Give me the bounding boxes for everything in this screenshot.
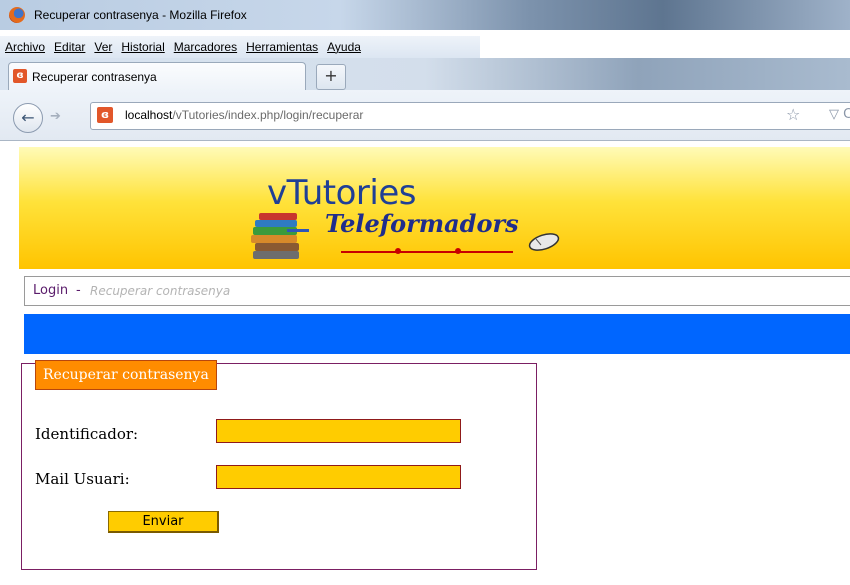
menu-historial[interactable]: Historial <box>116 37 168 54</box>
form-legend: Recuperar contrasenya <box>35 360 217 390</box>
site-subtitle: Teleformadors <box>325 209 519 238</box>
menu-editar[interactable]: Editar <box>49 37 89 54</box>
address-bar[interactable]: ɞ localhost/vTutories/index.php/login/re… <box>90 102 850 130</box>
menu-ver[interactable]: Ver <box>89 37 116 54</box>
breadcrumb-login-link[interactable]: Login <box>33 283 68 298</box>
navigation-bar: ← ➔ ɞ localhost/vTutories/index.php/logi… <box>0 90 850 141</box>
url-host: localhost <box>125 108 173 122</box>
menu-ayuda[interactable]: Ayuda <box>322 37 365 54</box>
breadcrumb-separator: - <box>76 283 81 298</box>
menu-herramientas[interactable]: Herramientas <box>241 37 322 54</box>
site-banner: vTutories Teleformadors <box>19 147 850 269</box>
firefox-icon <box>9 7 25 23</box>
breadcrumb: Login - Recuperar contrasenya <box>24 276 850 306</box>
star-icon[interactable]: ☆ <box>786 105 800 124</box>
decorative-dot <box>455 248 461 254</box>
url-path: /vTutories/index.php/login/recuperar <box>172 108 364 122</box>
email-label: Mail Usuari: <box>35 470 130 488</box>
identifier-label: Identificador: <box>35 425 139 443</box>
url-text[interactable]: localhost/vTutories/index.php/login/recu… <box>125 108 363 122</box>
forward-button[interactable]: ➔ <box>50 109 61 124</box>
menu-bar: Archivo Editar Ver Historial Marcadores Herra… <box>0 36 480 58</box>
identifier-input[interactable] <box>216 419 461 443</box>
reload-icon[interactable]: ▽ C <box>829 107 850 122</box>
mouse-icon <box>528 233 560 251</box>
site-name: vTutories <box>267 173 416 213</box>
tab-strip: ɞ Recuperar contrasenya + <box>0 58 850 91</box>
menu-archivo[interactable]: Archivo <box>0 37 49 54</box>
books-icon <box>251 213 309 259</box>
new-tab-button[interactable]: + <box>316 64 346 90</box>
tab-label: Recuperar contrasenya <box>32 70 157 84</box>
window-title: Recuperar contrasenya - Mozilla Firefox <box>34 8 247 22</box>
email-input[interactable] <box>216 465 461 489</box>
decorative-line <box>341 251 513 253</box>
submit-button[interactable]: Enviar <box>108 511 219 533</box>
tab-recuperar-contrasenya[interactable]: ɞ Recuperar contrasenya <box>8 62 306 91</box>
breadcrumb-current: Recuperar contrasenya <box>90 284 231 298</box>
window-title-bar: Recuperar contrasenya - Mozilla Firefox <box>0 0 850 30</box>
navigation-band <box>24 314 850 354</box>
site-favicon-icon: ɞ <box>97 107 113 123</box>
recover-password-form: Recuperar contrasenya Identificador: Mai… <box>21 360 537 570</box>
back-button[interactable]: ← <box>13 103 43 133</box>
menu-marcadores[interactable]: Marcadores <box>169 37 241 54</box>
decorative-dot <box>395 248 401 254</box>
site-favicon-icon: ɞ <box>13 69 27 83</box>
